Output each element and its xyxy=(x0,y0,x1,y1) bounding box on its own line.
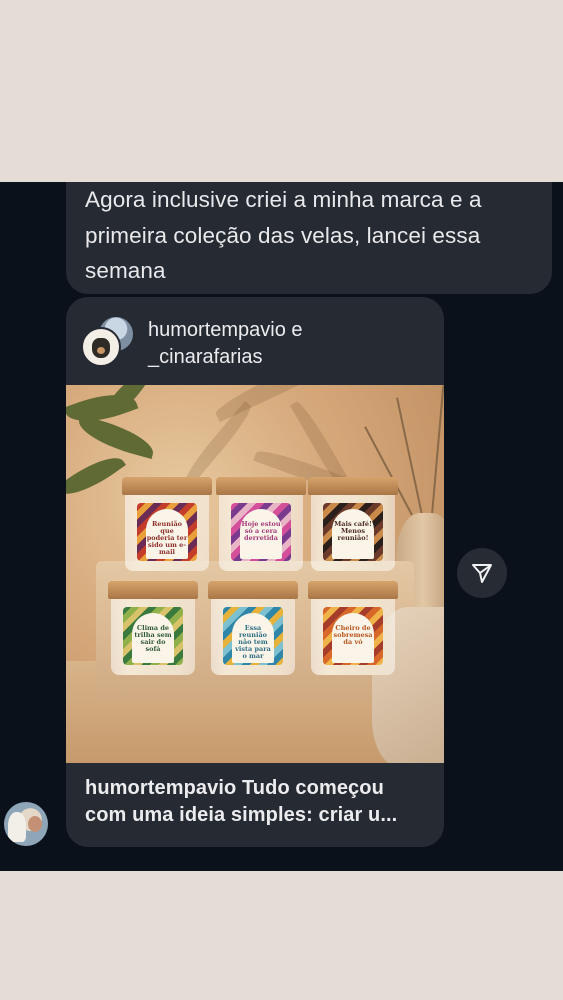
chat-thread: Agora inclusive criei a minha marca e a … xyxy=(0,182,563,871)
shared-post-card[interactable]: humortempavio e _cinarafarias Reunião qu… xyxy=(66,297,444,847)
candle-label: Hoje estou só a cera derretida xyxy=(240,509,282,559)
shared-post-header[interactable]: humortempavio e _cinarafarias xyxy=(66,297,444,385)
candle-jar: Mais café! Menos reunião! xyxy=(308,477,398,573)
author-line-2: _cinarafarias xyxy=(148,346,263,368)
candle-label: Essa reunião não tem vista para o mar xyxy=(232,613,274,663)
candle-label: Cheiro de sobremesa da vó xyxy=(332,613,374,663)
author-line-1: humortempavio e xyxy=(148,319,303,341)
share-button[interactable] xyxy=(457,548,507,598)
message-text: Agora inclusive criei a minha marca e a … xyxy=(85,187,482,283)
brand-avatar xyxy=(81,327,121,367)
candle-label: Mais café! Menos reunião! xyxy=(332,509,374,559)
candle-jar: Cheiro de sobremesa da vó xyxy=(308,581,398,677)
collab-avatars xyxy=(81,315,135,367)
candle-jar: Clima de trilha sem sair do sofá xyxy=(108,581,198,677)
post-authors: humortempavio e _cinarafarias xyxy=(148,317,428,371)
candle-label: Reunião que poderia ter sido um e-mail xyxy=(146,509,188,559)
caption-line-2: com uma ideia simples: criar u... xyxy=(85,804,398,826)
candle-label: Clima de trilha sem sair do sofá xyxy=(132,613,174,663)
post-image[interactable]: Reunião que poderia ter sido um e-mail Ho… xyxy=(66,385,444,763)
caption-line-1: humortempavio Tudo começou xyxy=(85,777,384,799)
candle-jar: Essa reunião não tem vista para o mar xyxy=(208,581,298,677)
candle-jar: Reunião que poderia ter sido um e-mail xyxy=(122,477,212,573)
post-caption: humortempavio Tudo começou com uma ideia… xyxy=(85,775,435,829)
sender-avatar[interactable] xyxy=(4,802,48,846)
candle-jar: Hoje estou só a cera derretida xyxy=(216,477,306,573)
message-bubble[interactable]: Agora inclusive criei a minha marca e a … xyxy=(66,182,552,294)
send-arrow-icon xyxy=(472,564,492,583)
